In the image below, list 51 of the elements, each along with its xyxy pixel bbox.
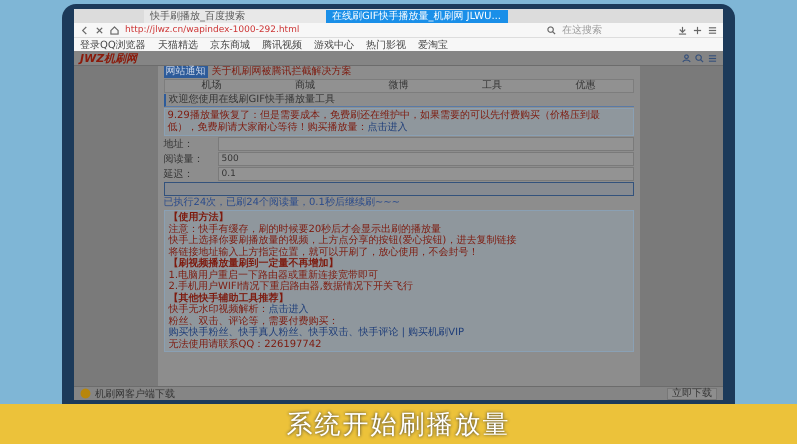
input-field[interactable] (218, 137, 634, 151)
input-field[interactable]: 500 (218, 152, 634, 166)
usage-line: 2.手机用户WIFI情况下重启路由器,数据情况下开关飞行 (168, 281, 414, 292)
download-text: 机刷网客户端下载 (95, 388, 175, 400)
home-icon[interactable] (110, 26, 119, 34)
download-icon[interactable] (678, 26, 687, 34)
bookmark-link[interactable]: 登录QQ浏览器 (80, 38, 146, 52)
caption-text: 系统开始刷播放量 (286, 408, 510, 442)
back-icon[interactable] (80, 26, 89, 34)
search-icon[interactable] (547, 26, 556, 34)
plus-icon[interactable] (693, 26, 702, 34)
input-field[interactable]: 0.1 (218, 167, 634, 181)
notice-link[interactable]: 关于机刷网被腾讯拦截解决方案 (212, 66, 352, 78)
bookmark-link[interactable]: 腾讯视频 (262, 38, 302, 52)
download-button[interactable]: 立即下载 (667, 388, 717, 400)
nav-item[interactable]: 机场 (164, 80, 258, 92)
usage-line: 粉丝、双击、评论等，需要付费购买： (168, 316, 340, 326)
enter-link[interactable]: 点击进入 (268, 304, 308, 315)
usage-line: 注意：快手有缓存，刷的时候要20秒后才会显示出刷的播放量 (168, 224, 442, 234)
bookmark-link[interactable]: 游戏中心 (314, 38, 354, 52)
site-logo: JWZ机刷网 (80, 50, 138, 66)
field-label: 阅读量： (164, 152, 204, 166)
usage-line: 将链接地址输入上方指定位置，就可以开刷了，放心使用，不会封号！ (168, 246, 480, 258)
nav-item[interactable]: 微博 (352, 80, 446, 92)
usage-line: 快手无水印视频解析：点击进入 (168, 304, 310, 316)
bookmark-link[interactable]: 热门影视 (366, 38, 406, 52)
usage-line: 快手上选择你要刷播放量的视频，上方点分享的按钮(爱心按钮)，进去复制链接 (168, 235, 518, 246)
menu-icon[interactable] (708, 26, 717, 34)
field-label: 地址： (164, 138, 194, 151)
usage-line: 【其他快手辅助工具推荐】 (168, 292, 290, 304)
usage-line: 【刷视频播放量刷到一定量不再增加】 (168, 258, 338, 270)
usage-line: 1.电脑用户重启一下路由器或重新连接宽带即可 (168, 270, 380, 280)
address-bar[interactable]: http://jlwz.cn/wapindex-1000-292.html (125, 25, 541, 35)
announcement-text: 9.29播放量恢复了：但是需要成本，免费刷还在维护中，如果需要的可以先付费购买（价格压到最低），免费刷请大家耐心等待！购买播放量：点击进入 (164, 108, 634, 136)
search-field[interactable]: 在这搜索 (562, 23, 672, 37)
result-text: 已执行24次，已刷24个阅读量，0.1秒后继续刷~~~ (164, 197, 401, 209)
nav-item[interactable]: 工具 (445, 80, 539, 92)
bookmark-link[interactable]: 京东商城 (210, 38, 250, 52)
usage-line: 购买快手粉丝、快手真人粉丝、快手双击、快手评论 | 购买机刷VIP (168, 327, 466, 338)
enter-link[interactable]: 点击进入 (368, 122, 408, 133)
nav-item[interactable]: 优惠 (538, 80, 632, 92)
browser-tab[interactable]: 在线刷GIF快手播放量_机刷网 JLWU... (326, 10, 508, 23)
field-label: 延迟： (164, 168, 194, 181)
nav-item[interactable]: 商城 (258, 80, 352, 92)
bookmark-link[interactable]: 爱淘宝 (418, 38, 448, 52)
close-icon[interactable] (95, 26, 104, 34)
usage-line: 无法使用请联系QQ：226197742 (168, 338, 323, 350)
notice-badge: 网站通知 (164, 66, 208, 78)
bookmark-link[interactable]: 天猫精选 (158, 38, 198, 52)
browser-tab[interactable]: 快手刷播放_百度搜索 (144, 10, 326, 23)
usage-line: 【使用方法】 (168, 212, 230, 224)
